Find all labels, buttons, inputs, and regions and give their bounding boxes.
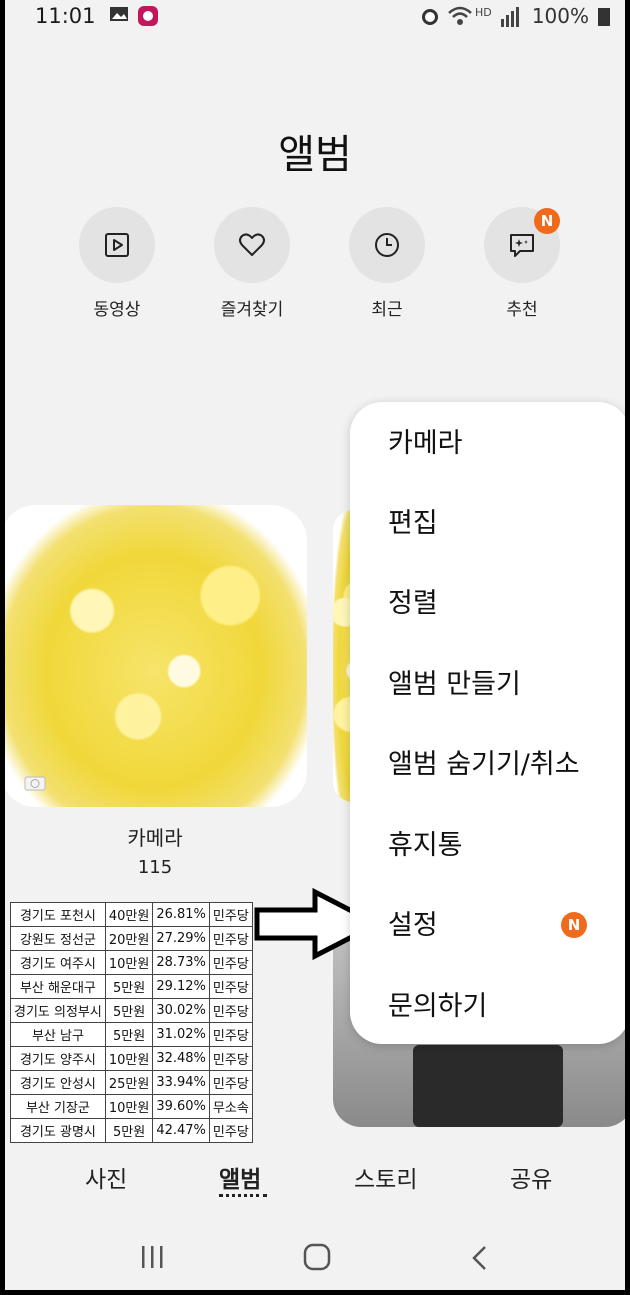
video-label: 동영상 bbox=[93, 300, 141, 320]
menu-item-hide-albums[interactable]: 앨범 숨기기/취소 bbox=[388, 745, 580, 785]
signal-icon: HD bbox=[475, 6, 519, 27]
battery-icon bbox=[598, 8, 610, 26]
table-row: 부산 남구 5만원 31.02% 민주당 bbox=[10, 1022, 253, 1047]
back-icon[interactable] bbox=[467, 1244, 493, 1272]
status-time: 11:01 bbox=[35, 4, 96, 28]
menu-item-edit[interactable]: 편집 bbox=[388, 504, 438, 544]
album-count: 115 bbox=[137, 857, 173, 878]
settings-new-badge: N bbox=[561, 912, 587, 938]
menu-item-camera[interactable]: 카메라 bbox=[388, 424, 463, 464]
alarm-icon bbox=[422, 9, 438, 25]
screen: 11:01 HD 100% 앨범 동영상 즐겨찾기 최근 N 추천 카메라 11… bbox=[0, 0, 630, 1295]
table-row: 경기도 양주시 10만원 32.48% 민주당 bbox=[10, 1046, 253, 1071]
overflow-menu: 카메라 편집 정렬 앨범 만들기 앨범 숨기기/취소 휴지통 설정 N 문의하기 bbox=[350, 402, 625, 1044]
active-tab-indicator bbox=[219, 1194, 267, 1197]
menu-item-sort[interactable]: 정렬 bbox=[388, 584, 438, 624]
table-row: 경기도 광명시 5만원 42.47% 민주당 bbox=[10, 1118, 253, 1143]
favorites-label: 즐겨찾기 bbox=[220, 300, 284, 320]
suggestions-label: 추천 bbox=[506, 300, 538, 320]
fee-table-thumbnail[interactable]: 경기도 포천시 40만원 26.81% 민주당 강원도 정선군 20만원 27.29% 민주… bbox=[10, 902, 253, 1143]
camera-icon bbox=[24, 776, 46, 791]
menu-item-trash[interactable]: 휴지통 bbox=[388, 826, 463, 866]
menu-item-settings[interactable]: 설정 bbox=[388, 906, 438, 946]
menu-item-create-album[interactable]: 앨범 만들기 bbox=[388, 665, 521, 705]
recent-shortcut[interactable]: 최근 bbox=[349, 207, 425, 320]
tab-sharing[interactable]: 공유 bbox=[510, 1160, 552, 1194]
wifi-icon bbox=[448, 6, 472, 25]
status-bar: 11:01 HD 100% bbox=[5, 0, 625, 34]
video-shortcut[interactable]: 동영상 bbox=[79, 207, 155, 320]
svg-text:HD: HD bbox=[475, 6, 492, 19]
recent-apps-icon[interactable] bbox=[138, 1244, 168, 1270]
video-icon bbox=[105, 233, 129, 257]
table-row: 경기도 여주시 10만원 28.73% 민주당 bbox=[10, 950, 253, 975]
tab-stories[interactable]: 스토리 bbox=[354, 1160, 417, 1194]
table-row: 경기도 포천시 40만원 26.81% 민주당 bbox=[10, 902, 253, 927]
tab-pictures[interactable]: 사진 bbox=[85, 1160, 127, 1194]
recent-label: 최근 bbox=[371, 300, 403, 320]
gallery-notification-icon bbox=[110, 7, 128, 21]
table-row: 경기도 안성시 25만원 33.94% 민주당 bbox=[10, 1070, 253, 1095]
table-row: 부산 해운대구 5만원 29.12% 민주당 bbox=[10, 974, 253, 999]
album-name: 카메라 bbox=[127, 826, 183, 850]
app-notification-icon bbox=[138, 6, 158, 26]
suggestions-shortcut[interactable]: N 추천 bbox=[484, 207, 560, 320]
camera-album-thumbnail[interactable] bbox=[5, 505, 307, 807]
clock-icon bbox=[375, 233, 399, 257]
sparkle-chat-icon bbox=[510, 234, 534, 257]
tab-albums[interactable]: 앨범 bbox=[219, 1160, 261, 1194]
page-title: 앨범 bbox=[278, 132, 352, 178]
new-badge: N bbox=[534, 208, 560, 234]
table-row: 경기도 의정부시 5만원 30.02% 민주당 bbox=[10, 998, 253, 1023]
menu-item-contact-us[interactable]: 문의하기 bbox=[388, 987, 487, 1027]
table-row: 부산 기장군 10만원 39.60% 무소속 bbox=[10, 1094, 253, 1119]
battery-percent: 100% bbox=[531, 4, 589, 28]
home-icon[interactable] bbox=[302, 1242, 332, 1272]
favorites-shortcut[interactable]: 즐겨찾기 bbox=[214, 207, 290, 320]
heart-icon bbox=[239, 233, 265, 256]
table-row: 강원도 정선군 20만원 27.29% 민주당 bbox=[10, 926, 253, 951]
